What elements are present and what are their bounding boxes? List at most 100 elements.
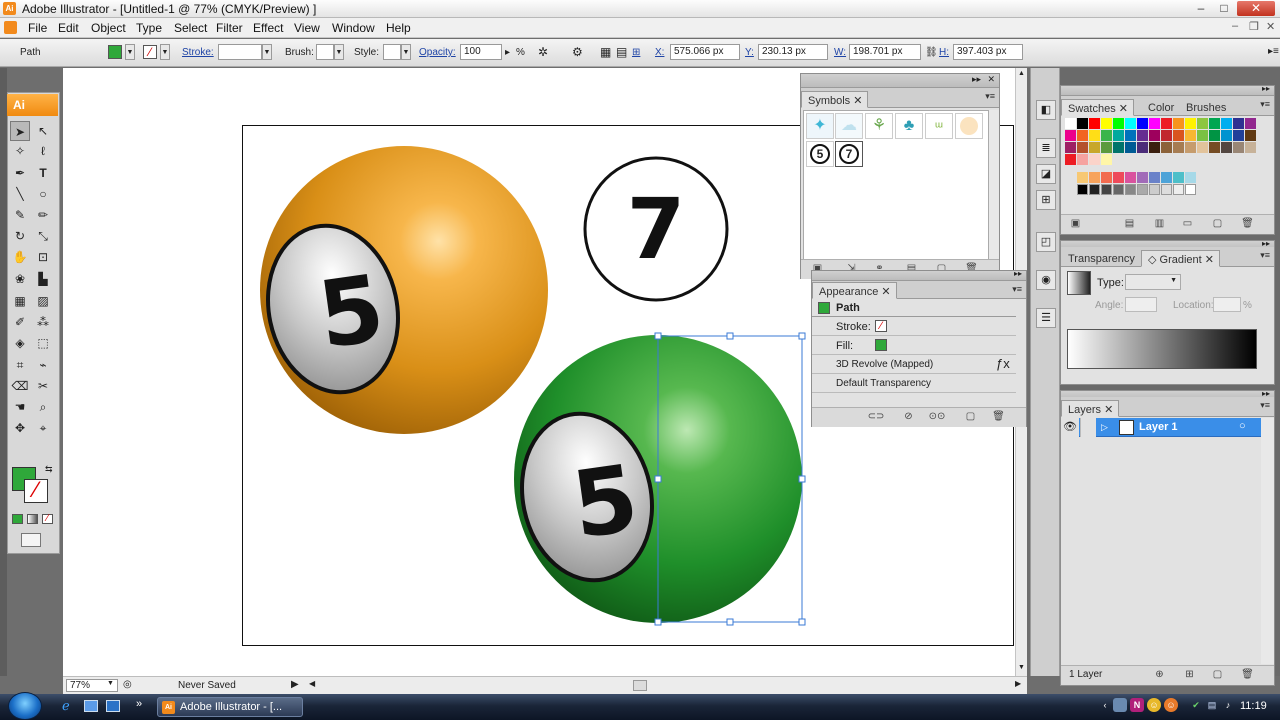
reduce-to-basic-icon[interactable]: ⊙⊙: [926, 411, 948, 423]
swatch-chip[interactable]: [1077, 130, 1088, 141]
swatch-chip[interactable]: [1233, 118, 1244, 129]
layer-row[interactable]: 👁 ▷ Layer 1 ○: [1061, 418, 1261, 437]
swatch-chip[interactable]: [1077, 172, 1088, 183]
symbol-grass[interactable]: ᵚ: [925, 113, 953, 139]
layer-name[interactable]: Layer 1: [1139, 421, 1178, 433]
swatch-chip[interactable]: [1185, 172, 1196, 183]
tab-color[interactable]: Color: [1141, 99, 1180, 116]
swatch-chip[interactable]: [1185, 130, 1196, 141]
green-ball[interactable]: 5: [507, 335, 802, 623]
swatch-chip[interactable]: [1221, 142, 1232, 153]
swatch-chip[interactable]: [1161, 142, 1172, 153]
ie-icon[interactable]: ℯ: [62, 699, 76, 713]
gradient-type-select[interactable]: ▼: [1125, 274, 1181, 290]
swatch-chip[interactable]: [1245, 142, 1256, 153]
swatch-chip[interactable]: [1137, 130, 1148, 141]
layer-target-icon[interactable]: ○: [1239, 420, 1246, 432]
swatch-chip[interactable]: [1221, 118, 1232, 129]
swatch-chip[interactable]: [1125, 130, 1136, 141]
tab-appearance[interactable]: Appearance ✕: [812, 282, 897, 299]
symbols-scrollbar[interactable]: [989, 110, 999, 262]
appearance-fill-swatch[interactable]: [875, 339, 887, 351]
gradient-type-dropdown-icon[interactable]: ▼: [1170, 277, 1177, 284]
swatch-chip[interactable]: [1149, 172, 1160, 183]
gradient-preview-swatch[interactable]: [1067, 271, 1091, 295]
swatch-chip[interactable]: [1245, 118, 1256, 129]
tray-smiley-icon-2[interactable]: ☺: [1164, 698, 1178, 712]
symbol-ball-5[interactable]: 5: [806, 141, 834, 167]
swatch-chip[interactable]: [1209, 130, 1220, 141]
quick-launch-more-icon[interactable]: »: [136, 698, 142, 710]
appearance-object-row[interactable]: Path: [812, 299, 1016, 317]
symbols-menu-icon[interactable]: ▾≡: [985, 91, 995, 102]
swatch-chip[interactable]: [1089, 118, 1100, 129]
gray-swatch-chip[interactable]: [1101, 184, 1112, 195]
layer-visibility-eye-icon[interactable]: 👁: [1061, 418, 1079, 437]
appearance-collapse-icon[interactable]: ▸▸: [1014, 269, 1022, 278]
duplicate-item-icon[interactable]: ▢: [964, 411, 977, 423]
swatch-chip[interactable]: [1089, 130, 1100, 141]
tray-network-icon[interactable]: ▤: [1205, 698, 1219, 712]
taskbar-clock[interactable]: 11:19: [1240, 700, 1267, 712]
tray-security-icon[interactable]: ✔: [1189, 698, 1203, 712]
symbols-panel-header[interactable]: ▸▸ ✕: [801, 74, 999, 88]
scroll-up-icon[interactable]: ▲: [1018, 70, 1025, 77]
swatch-chip[interactable]: [1173, 172, 1184, 183]
tray-app-icon-1[interactable]: [1113, 698, 1127, 712]
swatch-chip[interactable]: [1197, 118, 1208, 129]
show-desktop-icon[interactable]: [84, 700, 98, 712]
gray-swatch-chip[interactable]: [1125, 184, 1136, 195]
swatch-chip[interactable]: [1149, 130, 1160, 141]
swatch-chip[interactable]: [1125, 172, 1136, 183]
delete-swatch-icon[interactable]: 🗑: [1241, 218, 1254, 230]
swatch-chip[interactable]: [1077, 118, 1088, 129]
graphic-styles-icon[interactable]: ◪: [1036, 164, 1056, 184]
swatch-chip[interactable]: [1161, 130, 1172, 141]
swatch-chip[interactable]: [1233, 130, 1244, 141]
swatch-chip[interactable]: [1209, 118, 1220, 129]
tab-transparency[interactable]: Transparency: [1061, 250, 1141, 267]
swatch-libraries-icon[interactable]: ▣: [1069, 218, 1082, 230]
gray-swatch-chip[interactable]: [1149, 184, 1160, 195]
swatch-chip[interactable]: [1101, 172, 1112, 183]
swatch-chip[interactable]: [1149, 142, 1160, 153]
tab-swatches[interactable]: Swatches ✕: [1061, 99, 1134, 116]
gray-swatch-chip[interactable]: [1137, 184, 1148, 195]
clear-appearance-icon[interactable]: ⊘: [902, 411, 915, 423]
symbols-close-icon[interactable]: ✕: [987, 74, 995, 85]
swatch-chip[interactable]: [1197, 142, 1208, 153]
status-menu-arrow-icon[interactable]: ▶: [291, 679, 299, 690]
new-layer-icon[interactable]: ▢: [1211, 669, 1224, 681]
gray-swatch-chip[interactable]: [1161, 184, 1172, 195]
scroll-right-icon[interactable]: ▶: [1015, 679, 1021, 688]
swatch-chip[interactable]: [1113, 118, 1124, 129]
swatch-chip[interactable]: [1101, 142, 1112, 153]
swatch-chip[interactable]: [1209, 142, 1220, 153]
gray-swatch-chip[interactable]: [1077, 184, 1088, 195]
layers-menu-icon[interactable]: ▾≡: [1260, 400, 1270, 411]
swatch-chip[interactable]: [1089, 154, 1100, 165]
swatch-chip[interactable]: [1149, 118, 1160, 129]
swatch-chip[interactable]: [1221, 130, 1232, 141]
symbol-tree[interactable]: ♣: [895, 113, 923, 139]
swatch-chip[interactable]: [1089, 142, 1100, 153]
swatch-chip[interactable]: [1125, 118, 1136, 129]
gradient-menu-icon[interactable]: ▾≡: [1260, 250, 1270, 261]
swatch-chip[interactable]: [1137, 172, 1148, 183]
layers-scrollbar[interactable]: [1261, 418, 1274, 664]
tray-expand-icon[interactable]: ‹: [1098, 698, 1112, 712]
appearance-stroke-row[interactable]: Stroke: ⁄: [812, 317, 1016, 336]
tab-symbols[interactable]: Symbols ✕: [801, 91, 869, 108]
layer-expand-icon[interactable]: ▷: [1101, 422, 1108, 433]
gray-swatch-chip[interactable]: [1173, 184, 1184, 195]
align-panel-icon[interactable]: ⊞: [1036, 190, 1056, 210]
appearance-transparency-row[interactable]: Default Transparency: [812, 374, 1016, 393]
new-color-group-icon[interactable]: ▭: [1181, 218, 1194, 230]
layer-lock-toggle[interactable]: [1080, 418, 1096, 437]
appearance-effect-label[interactable]: 3D Revolve (Mapped): [836, 359, 933, 370]
swatches-menu-icon[interactable]: ▾≡: [1260, 99, 1270, 110]
swatch-chip[interactable]: [1113, 130, 1124, 141]
swatch-chip[interactable]: [1197, 130, 1208, 141]
gradient-angle-input[interactable]: [1125, 297, 1157, 312]
symbol-bird[interactable]: ✦: [806, 113, 834, 139]
